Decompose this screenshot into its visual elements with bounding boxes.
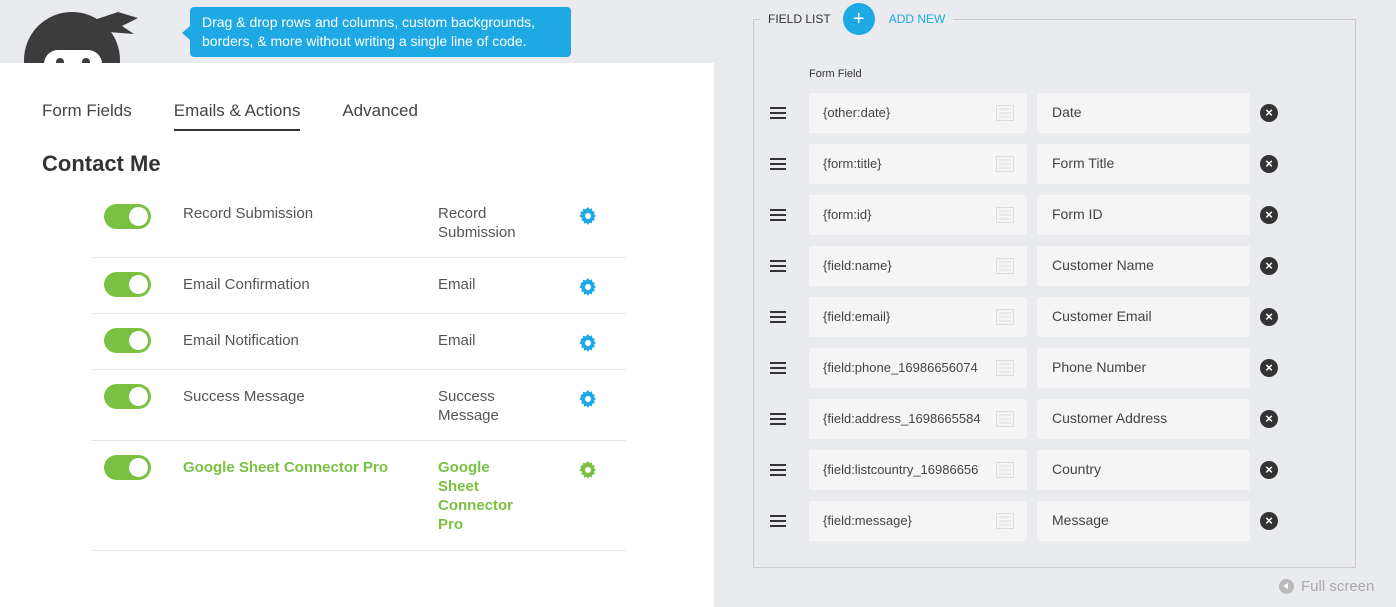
actions-list: Record Submission Record Submission Emai…: [92, 199, 626, 551]
action-type: Google Sheet Connector Pro: [438, 459, 513, 533]
action-type: Email: [438, 332, 476, 349]
actions-panel: Form Fields Emails & Actions Advanced Co…: [0, 63, 714, 607]
merge-tag-list-icon[interactable]: [996, 462, 1014, 478]
action-row-email-notification: Email Notification Email: [92, 314, 626, 370]
column-name-field[interactable]: Form Title: [1037, 144, 1250, 184]
remove-field-icon[interactable]: ×: [1260, 512, 1278, 530]
gear-icon[interactable]: [579, 278, 597, 296]
drag-handle-icon[interactable]: [770, 362, 786, 374]
merge-tag-field[interactable]: {form:title}: [809, 144, 1027, 184]
column-name-field[interactable]: Date: [1037, 93, 1250, 133]
builder-tabs: Form Fields Emails & Actions Advanced: [42, 101, 460, 131]
merge-tag-field[interactable]: {field:message}: [809, 501, 1027, 541]
column-name-field[interactable]: Customer Email: [1037, 297, 1250, 337]
action-row-google-sheet-connector: Google Sheet Connector Pro Google Sheet …: [92, 441, 626, 551]
merge-tag-list-icon[interactable]: [996, 360, 1014, 376]
action-toggle[interactable]: [104, 455, 151, 480]
action-type: Email: [438, 276, 476, 293]
drag-handle-icon[interactable]: [770, 311, 786, 323]
drag-handle-icon[interactable]: [770, 260, 786, 272]
promo-tooltip: Drag & drop rows and columns, custom bac…: [182, 7, 571, 57]
remove-field-icon[interactable]: ×: [1260, 359, 1278, 377]
merge-tag-list-icon[interactable]: [996, 105, 1014, 121]
field-row: {form:title} Form Title ×: [770, 144, 1290, 184]
drag-handle-icon[interactable]: [770, 209, 786, 221]
add-new-link[interactable]: ADD NEW: [889, 12, 946, 26]
column-name-field[interactable]: Message: [1037, 501, 1250, 541]
action-name: Record Submission: [183, 205, 314, 222]
action-row-success-message: Success Message Success Message: [92, 370, 626, 441]
page-title: Contact Me: [42, 151, 161, 176]
gear-icon[interactable]: [579, 390, 597, 408]
collapse-arrow-icon: [1279, 579, 1294, 594]
merge-tag-field[interactable]: {field:email}: [809, 297, 1027, 337]
merge-tag-list-icon[interactable]: [996, 258, 1014, 274]
action-toggle[interactable]: [104, 272, 151, 297]
drag-handle-icon[interactable]: [770, 107, 786, 119]
column-name-field[interactable]: Form ID: [1037, 195, 1250, 235]
action-toggle[interactable]: [104, 204, 151, 229]
action-row-record-submission: Record Submission Record Submission: [92, 199, 626, 258]
ninja-mascot-logo: [22, 8, 138, 66]
tab-advanced[interactable]: Advanced: [342, 101, 418, 131]
action-name: Success Message: [183, 388, 305, 405]
field-row: {field:message} Message ×: [770, 501, 1290, 541]
action-row-email-confirmation: Email Confirmation Email: [92, 258, 626, 314]
remove-field-icon[interactable]: ×: [1260, 308, 1278, 326]
merge-tag-field[interactable]: {field:phone_16986656074: [809, 348, 1027, 388]
field-row: {field:address_1698665584 Customer Addres…: [770, 399, 1290, 439]
gear-icon[interactable]: [579, 207, 597, 225]
remove-field-icon[interactable]: ×: [1260, 257, 1278, 275]
form-field-column-header: Form Field: [809, 68, 862, 80]
merge-tag-list-icon[interactable]: [996, 309, 1014, 325]
drag-handle-icon[interactable]: [770, 158, 786, 170]
field-list-title: FIELD LIST: [768, 12, 831, 26]
field-row: {other:date} Date ×: [770, 93, 1290, 133]
field-row: {field:phone_16986656074 Phone Number ×: [770, 348, 1290, 388]
field-row: {field:listcountry_16986656 Country ×: [770, 450, 1290, 490]
action-toggle[interactable]: [104, 328, 151, 353]
drag-handle-icon[interactable]: [770, 413, 786, 425]
remove-field-icon[interactable]: ×: [1260, 410, 1278, 428]
remove-field-icon[interactable]: ×: [1260, 206, 1278, 224]
tab-emails-actions[interactable]: Emails & Actions: [173, 101, 301, 131]
add-new-button[interactable]: +: [842, 3, 875, 35]
gear-icon[interactable]: [579, 334, 597, 352]
merge-tag-field[interactable]: {field:name}: [809, 246, 1027, 286]
field-row: {form:id} Form ID ×: [770, 195, 1290, 235]
remove-field-icon[interactable]: ×: [1260, 104, 1278, 122]
action-name: Email Confirmation: [183, 276, 310, 293]
tab-form-fields[interactable]: Form Fields: [42, 101, 132, 131]
remove-field-icon[interactable]: ×: [1260, 155, 1278, 173]
column-name-field[interactable]: Phone Number: [1037, 348, 1250, 388]
drag-handle-icon[interactable]: [770, 464, 786, 476]
fullscreen-button[interactable]: Full screen: [1279, 578, 1374, 595]
merge-tag-field[interactable]: {form:id}: [809, 195, 1027, 235]
action-type: Record Submission: [438, 205, 516, 241]
merge-tag-list-icon[interactable]: [996, 156, 1014, 172]
merge-tag-list-icon[interactable]: [996, 207, 1014, 223]
field-row: {field:email} Customer Email ×: [770, 297, 1290, 337]
merge-tag-field[interactable]: {field:listcountry_16986656: [809, 450, 1027, 490]
field-list-header: FIELD LIST + ADD NEW: [760, 3, 954, 35]
remove-field-icon[interactable]: ×: [1260, 461, 1278, 479]
fullscreen-label: Full screen: [1301, 578, 1375, 595]
gear-icon[interactable]: [579, 461, 597, 479]
column-name-field[interactable]: Customer Name: [1037, 246, 1250, 286]
merge-tag-field[interactable]: {other:date}: [809, 93, 1027, 133]
action-name: Email Notification: [183, 332, 299, 349]
drag-handle-icon[interactable]: [770, 515, 786, 527]
merge-tag-field[interactable]: {field:address_1698665584: [809, 399, 1027, 439]
action-toggle[interactable]: [104, 384, 151, 409]
column-name-field[interactable]: Country: [1037, 450, 1250, 490]
field-row: {field:name} Customer Name ×: [770, 246, 1290, 286]
merge-tag-list-icon[interactable]: [996, 513, 1014, 529]
action-type: Success Message: [438, 388, 499, 424]
action-name: Google Sheet Connector Pro: [183, 459, 389, 476]
column-name-field[interactable]: Customer Address: [1037, 399, 1250, 439]
merge-tag-list-icon[interactable]: [996, 411, 1014, 427]
